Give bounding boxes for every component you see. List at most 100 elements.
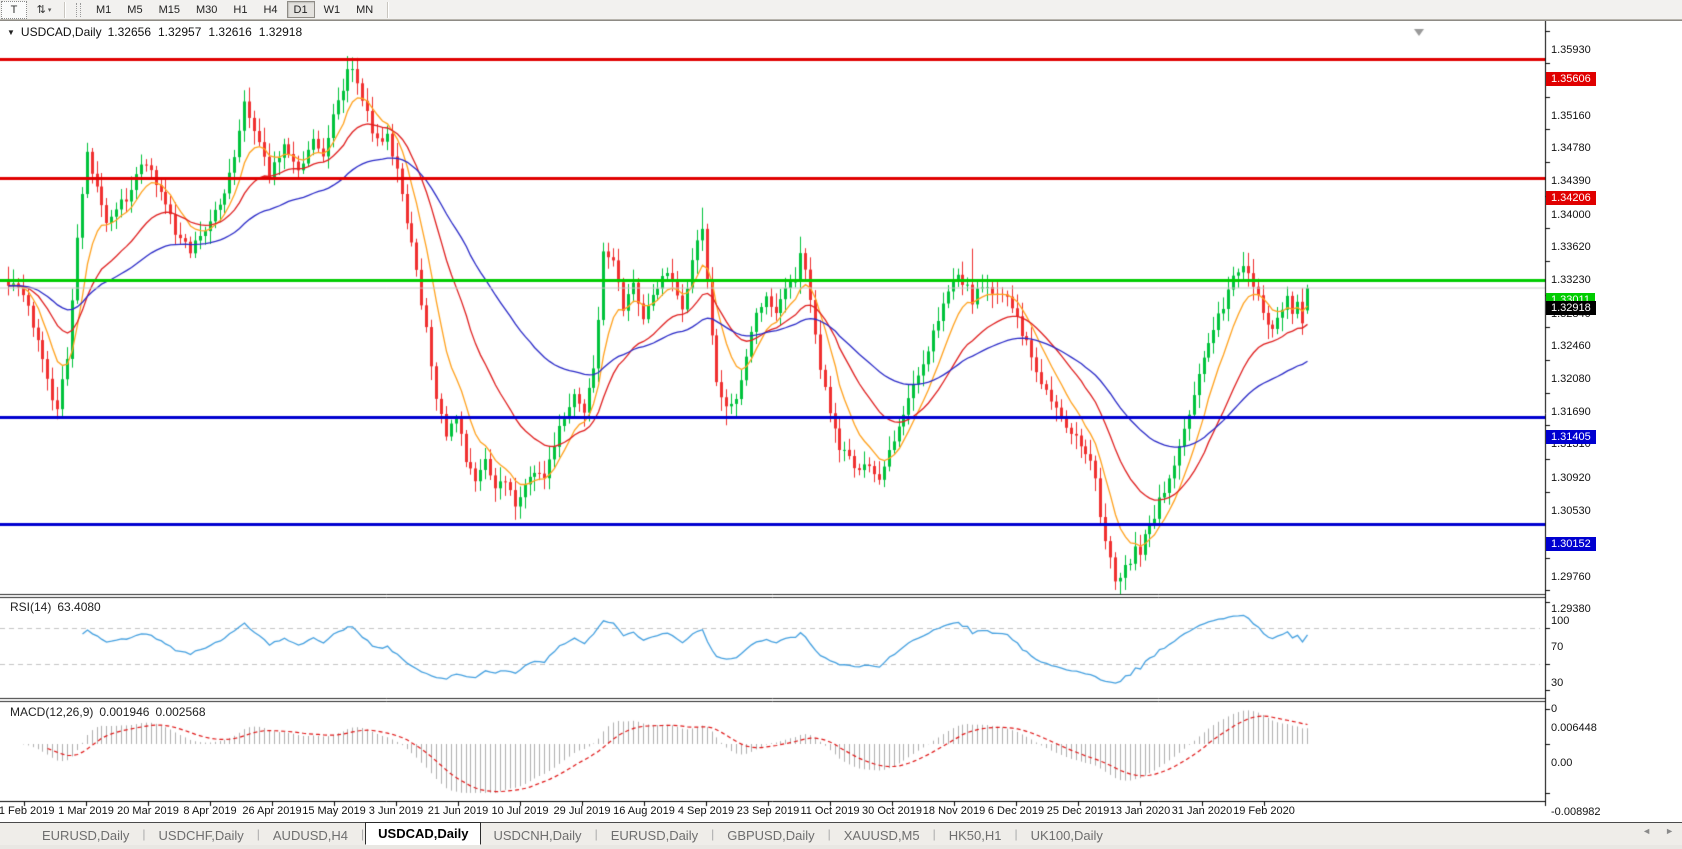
rsi-value: 63.4080	[57, 600, 101, 614]
rsi-tick-label: 70	[1551, 641, 1564, 654]
tab-separator: |	[594, 827, 598, 841]
date-tick-label: 30 Oct 2019	[862, 805, 922, 817]
macd-tick-label: 0.00	[1551, 757, 1573, 769]
rsi-name: RSI(14)	[10, 600, 52, 614]
price-line-badge: 1.31405	[1546, 430, 1596, 445]
timeframe-button-m30[interactable]: M30	[189, 1, 224, 18]
timeframe-button-d1[interactable]: D1	[286, 1, 315, 18]
toolbar-separator	[64, 1, 65, 18]
ohlc-close: 1.32918	[258, 25, 303, 39]
date-tick-label: 29 Jul 2019	[553, 805, 611, 817]
price-tick-label: 1.29760	[1551, 570, 1591, 583]
date-tick-label: 15 May 2019	[302, 805, 366, 817]
timeframe-button-m15[interactable]: M15	[152, 1, 187, 18]
status-strip	[0, 845, 1682, 849]
ohlc-open: 1.32656	[107, 25, 151, 39]
collapse-chart-icon[interactable]: ▼	[7, 28, 15, 37]
date-tick-label: 23 Sep 2019	[736, 805, 800, 817]
timeframe-button-mn[interactable]: MN	[349, 1, 380, 18]
price-tick-label: 1.35930	[1551, 44, 1591, 56]
tab-gbpusd-daily-6[interactable]: GBPUSD,Daily	[715, 826, 826, 845]
current-price-badge: 1.32918	[1546, 301, 1596, 316]
price-tick-label: 1.32460	[1551, 340, 1591, 353]
date-tick-label: 6 Dec 2019	[987, 805, 1045, 817]
text-tool-button[interactable]: T	[1, 0, 27, 19]
rsi-tick-label: 100	[1551, 615, 1570, 627]
toolbar-grip-handle[interactable]	[76, 2, 81, 17]
ohlc-high: 1.32957	[158, 25, 202, 39]
macd-tick-label: -0.008982	[1551, 805, 1601, 818]
tab-scroll-right-icon[interactable]: ►	[1665, 826, 1674, 836]
date-tick-label: 25 Dec 2019	[1046, 805, 1110, 817]
price-line-badge: 1.34206	[1546, 191, 1596, 206]
date-tick-label: 20 Mar 2019	[117, 805, 179, 817]
date-tick-label: 19 Feb 2020	[1233, 805, 1295, 817]
timeframe-button-m1[interactable]: M1	[89, 1, 118, 18]
tab-separator: |	[932, 827, 936, 841]
price-tick-label: 1.30530	[1551, 504, 1591, 517]
date-tick-label: 8 Apr 2019	[183, 805, 237, 817]
tab-scroll-left-icon[interactable]: ◄	[1642, 826, 1651, 836]
price-tick-label: 1.33230	[1551, 274, 1591, 287]
date-tick-label: 18 Nov 2019	[922, 805, 986, 817]
tab-separator: |	[142, 827, 146, 841]
price-tick-label: 1.33620	[1551, 241, 1591, 254]
timeframe-button-w1[interactable]: W1	[317, 1, 348, 18]
tab-xauusd-m5-7[interactable]: XAUUSD,M5	[832, 826, 932, 845]
tab-audusd-h4-2[interactable]: AUDUSD,H4	[261, 826, 360, 845]
timeframe-button-h4[interactable]: H4	[256, 1, 284, 18]
chevron-down-icon: ▾	[47, 6, 52, 14]
price-tick-label: 1.30920	[1551, 471, 1591, 484]
price-tick-label: 1.35160	[1551, 109, 1591, 122]
date-tick-label: 21 Jun 2019	[427, 805, 489, 817]
price-tick-label: 1.29380	[1551, 602, 1591, 615]
price-chart-canvas[interactable]	[0, 21, 1682, 821]
rsi-indicator-label: RSI(14) 63.4080	[10, 600, 101, 614]
rsi-tick-label: 30	[1551, 676, 1564, 689]
chart-title: ▼ USDCAD,Daily 1.32656 1.32957 1.32616 1…	[7, 25, 302, 39]
price-line-badge: 1.35606	[1546, 71, 1596, 86]
tab-eurusd-daily-5[interactable]: EURUSD,Daily	[599, 826, 710, 845]
tab-hk50-h1-8[interactable]: HK50,H1	[937, 826, 1014, 845]
tab-separator: |	[711, 827, 715, 841]
tab-usdcad-daily-3[interactable]: USDCAD,Daily	[365, 822, 482, 845]
date-tick-label: 11 Oct 2019	[800, 805, 860, 817]
rsi-tick-label: 0	[1551, 703, 1558, 715]
ohlc-low: 1.32616	[208, 25, 252, 39]
tab-separator: |	[361, 827, 365, 841]
toolbar-separator	[387, 1, 389, 18]
tab-usdchf-daily-1[interactable]: USDCHF,Daily	[147, 826, 256, 845]
timeframe-button-group: M1 M5 M15 M30 H1 H4 D1 W1 MN	[88, 1, 381, 18]
price-tick-label: 1.34390	[1551, 175, 1591, 188]
date-tick-label: 11 Feb 2019	[0, 805, 55, 817]
tab-eurusd-daily-0[interactable]: EURUSD,Daily	[30, 826, 141, 845]
macd-indicator-label: MACD(12,26,9) 0.001946 0.002568	[10, 705, 206, 719]
date-tick-label: 26 Apr 2019	[242, 805, 302, 817]
date-tick-label: 16 Aug 2019	[613, 805, 675, 817]
macd-tick-label: 0.006448	[1551, 721, 1597, 734]
timeframe-button-h1[interactable]: H1	[226, 1, 254, 18]
trading-terminal-window: T ⇅ ▾ M1 M5 M15 M30 H1 H4 D1 W1 MN ▼ USDCAD,Dail…	[0, 0, 1682, 849]
date-tick-label: 13 Jan 2020	[1109, 805, 1171, 817]
style-tool-button[interactable]: ⇅ ▾	[31, 1, 57, 19]
tab-usdcnh-daily-4[interactable]: USDCNH,Daily	[481, 826, 593, 845]
date-tick-label: 31 Jan 2020	[1171, 805, 1233, 817]
tab-uk100-daily-9[interactable]: UK100,Daily	[1019, 826, 1115, 845]
price-tick-label: 1.34780	[1551, 142, 1591, 155]
arrows-updown-icon: ⇅	[36, 4, 46, 16]
macd-name: MACD(12,26,9)	[10, 705, 94, 719]
chart-tab-bar: EURUSD,Daily | USDCHF,Daily | AUDUSD,H4 | USDC…	[0, 822, 1682, 845]
tab-separator: |	[827, 827, 831, 841]
tab-separator: |	[256, 827, 260, 841]
date-tick-label: 4 Sep 2019	[677, 805, 735, 817]
date-tick-label: 10 Jul 2019	[491, 805, 549, 817]
date-tick-label: 1 Mar 2019	[58, 805, 114, 817]
tab-scroll-nav: ◄ ►	[1642, 826, 1674, 836]
price-line-badge: 1.30152	[1546, 537, 1596, 552]
chart-symbol-period: USDCAD,Daily	[20, 25, 102, 39]
price-tick-label: 1.31690	[1551, 405, 1591, 418]
chart-window: ▼ USDCAD,Daily 1.32656 1.32957 1.32616 1…	[0, 20, 1682, 821]
timeframe-button-m5[interactable]: M5	[120, 1, 149, 18]
text-tool-icon: T	[10, 3, 18, 16]
macd-main-value: 0.001946	[99, 705, 150, 719]
